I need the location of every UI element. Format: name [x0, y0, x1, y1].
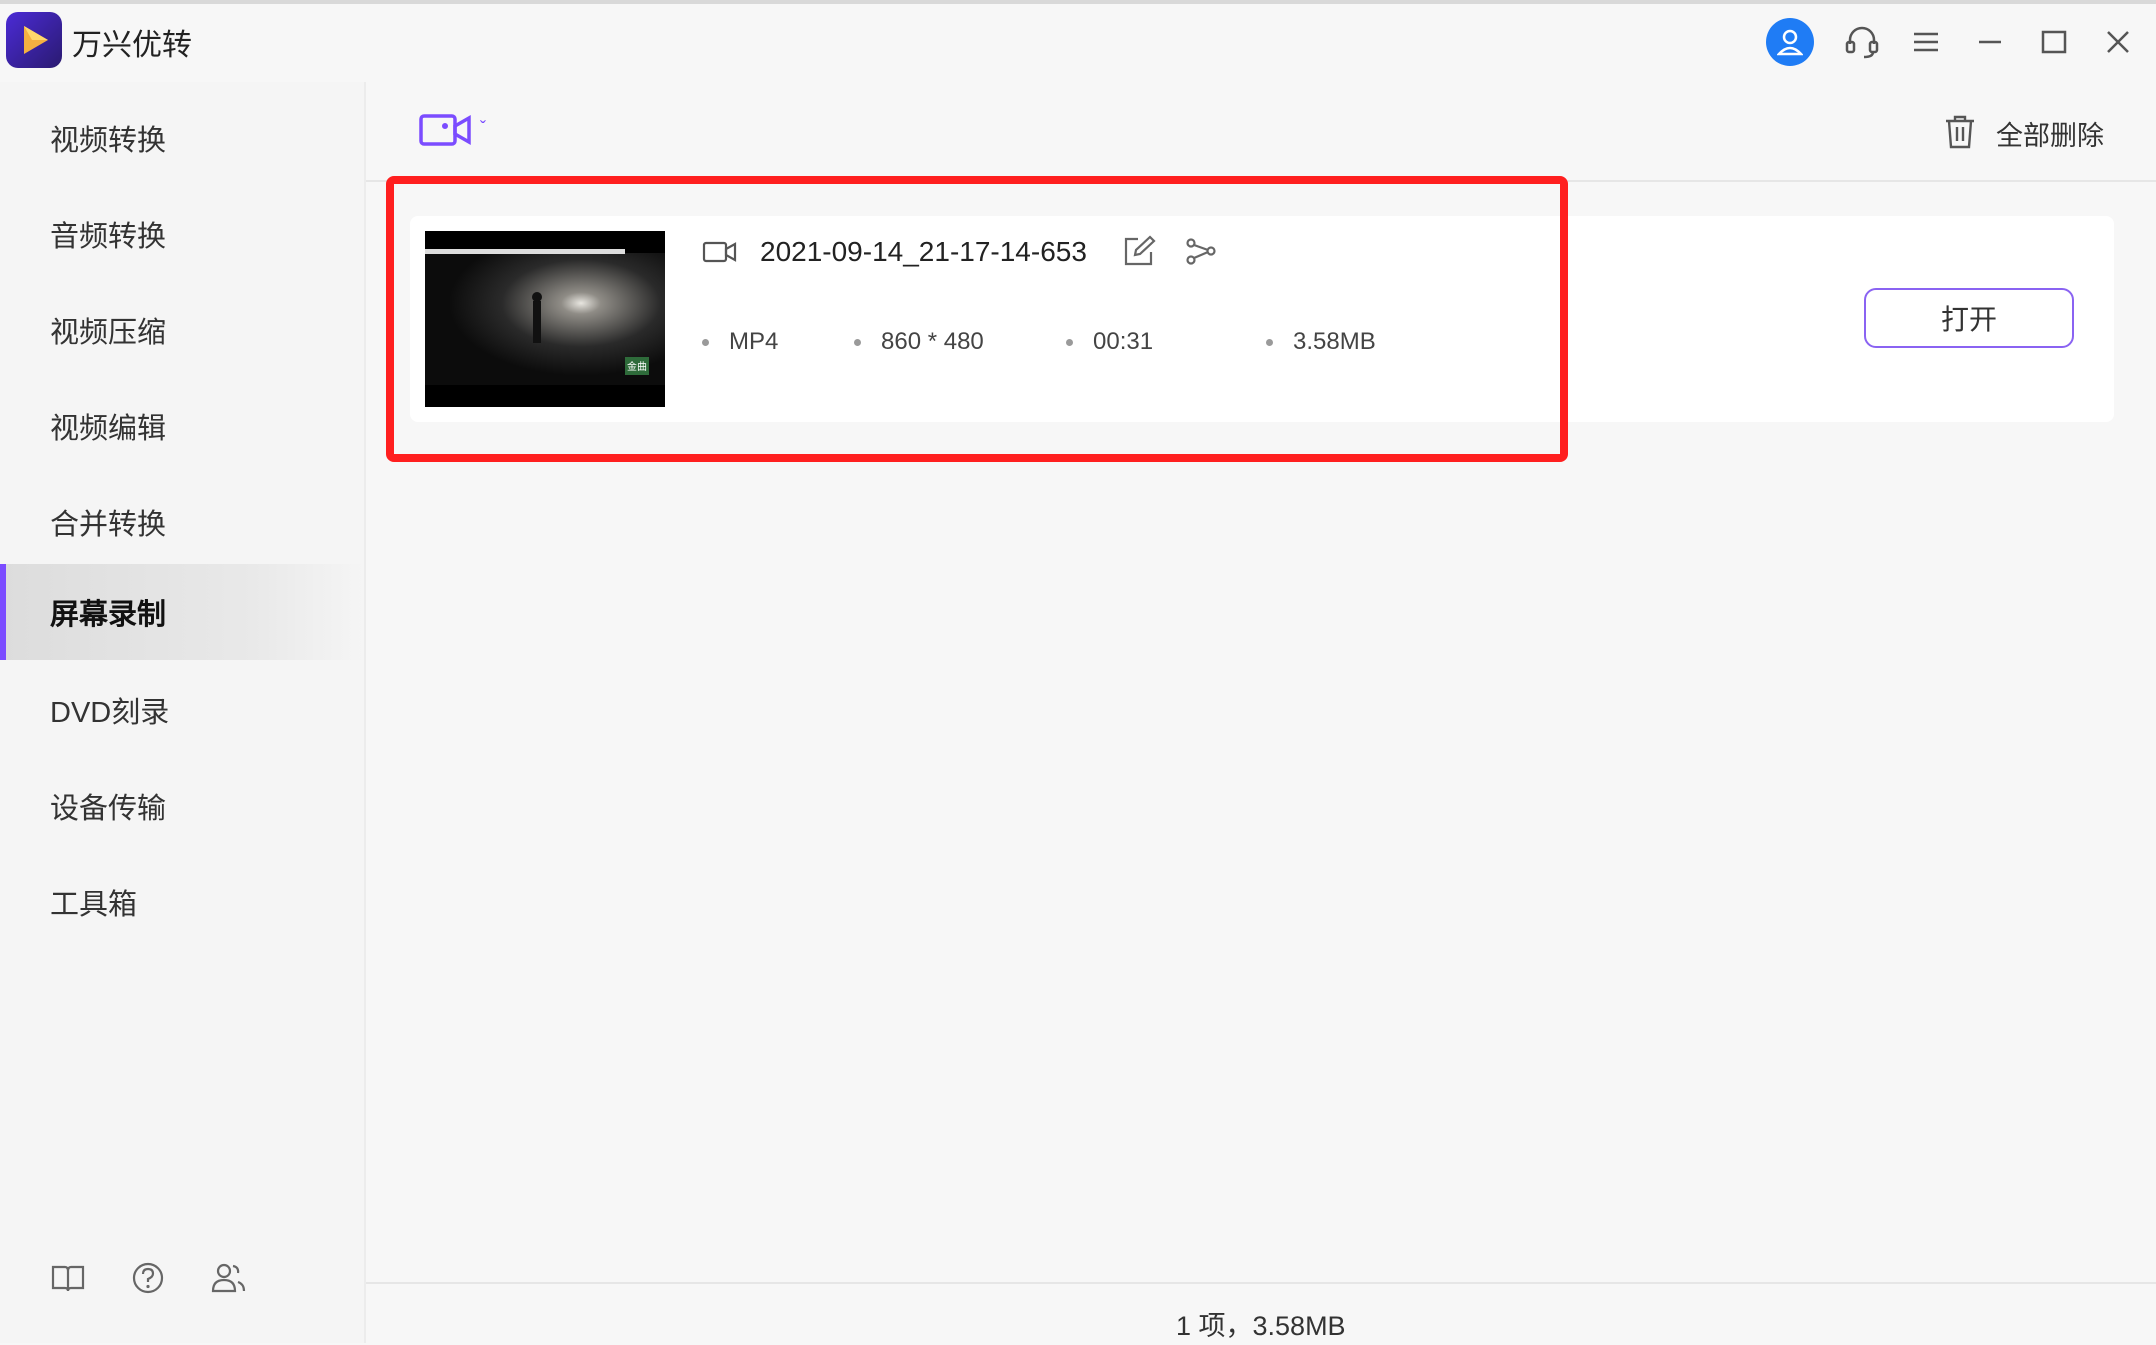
sidebar-item-toolbox[interactable]: 工具箱 [0, 854, 364, 950]
user-icon [1777, 29, 1803, 56]
toolbar: ˇ 全部删除 [366, 82, 2156, 182]
delete-all-button[interactable]: 全部删除 [1996, 114, 2104, 153]
hamburger-icon [1914, 32, 1938, 52]
book-icon [51, 1265, 85, 1292]
minimize-icon [1979, 40, 2001, 44]
users-icon [211, 1263, 246, 1293]
sidebar-item-audio-convert[interactable]: 音频转换 [0, 186, 364, 282]
status-summary: 1 项，3.58MB [1176, 1311, 1346, 1341]
sidebar-item-video-edit[interactable]: 视频编辑 [0, 378, 364, 474]
user-account-button[interactable] [1766, 18, 1814, 66]
headset-icon [1845, 26, 1879, 59]
maximize-icon [2041, 30, 2067, 54]
open-button[interactable]: 打开 [1864, 288, 2074, 348]
top-strip [0, 0, 2156, 4]
close-button[interactable] [2094, 18, 2142, 66]
sidebar-item-label: 设备传输 [50, 793, 167, 825]
sidebar-item-video-compress[interactable]: 视频压缩 [0, 282, 364, 378]
menu-button[interactable] [1902, 18, 1950, 66]
support-button[interactable] [1838, 18, 1886, 66]
sidebar-item-label: 视频转换 [50, 125, 167, 157]
app-logo [6, 12, 62, 68]
sidebar-item-label: 合并转换 [50, 509, 167, 541]
close-icon [2107, 31, 2129, 53]
status-bar: 1 项，3.58MB [366, 1282, 2156, 1345]
title-bar: 万兴优转 [0, 0, 2156, 82]
chevron-down-icon[interactable]: ˇ [480, 118, 486, 139]
sidebar-item-merge-convert[interactable]: 合并转换 [0, 474, 364, 570]
guide-button[interactable] [46, 1256, 90, 1300]
sidebar-item-label: 视频压缩 [50, 317, 167, 349]
sidebar-item-video-convert[interactable]: 视频转换 [0, 90, 364, 186]
sidebar-item-label: 工具箱 [50, 889, 138, 921]
sidebar-item-label: 音频转换 [50, 221, 167, 253]
highlight-annotation-box [386, 176, 1568, 462]
sidebar-item-label: 屏幕录制 [50, 599, 167, 631]
community-button[interactable] [206, 1256, 250, 1300]
screen-record-icon[interactable] [418, 110, 474, 150]
sidebar-item-label: 视频编辑 [50, 413, 167, 445]
maximize-button[interactable] [2030, 18, 2078, 66]
sidebar-item-dvd-burn[interactable]: DVD刻录 [0, 662, 364, 758]
app-title: 万兴优转 [72, 29, 192, 62]
play-logo-icon [24, 26, 48, 54]
sidebar-item-label: DVD刻录 [50, 697, 170, 729]
minimize-button[interactable] [1966, 18, 2014, 66]
help-button[interactable] [126, 1256, 170, 1300]
sidebar: 视频转换 音频转换 视频压缩 视频编辑 合并转换 屏幕录制 DVD刻录 设备传输… [0, 82, 366, 1343]
help-icon [132, 1262, 164, 1294]
sidebar-item-device-transfer[interactable]: 设备传输 [0, 758, 364, 854]
trash-icon[interactable] [1940, 112, 1980, 152]
sidebar-item-screen-record[interactable]: 屏幕录制 [0, 564, 364, 660]
